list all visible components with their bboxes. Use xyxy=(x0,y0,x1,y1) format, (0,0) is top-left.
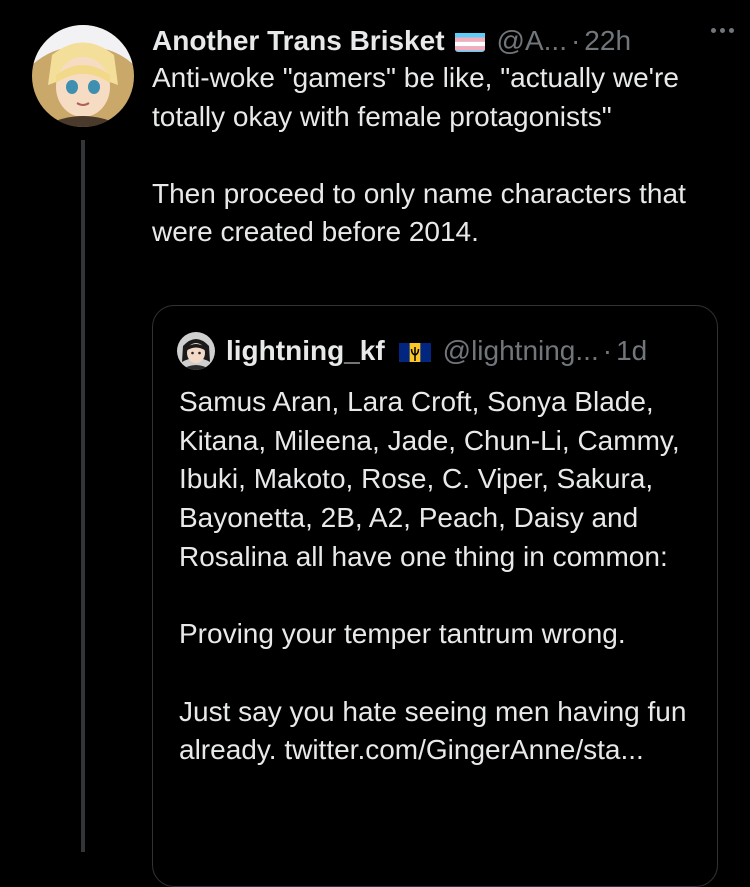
quoted-tweet-header: lightning_kf @lightning... · 1d xyxy=(177,332,647,370)
tweet-timestamp[interactable]: 22h xyxy=(584,25,631,57)
tweet-body-text: Anti-woke "gamers" be like, "actually we… xyxy=(152,62,686,247)
quoted-separator-dot: · xyxy=(602,335,613,366)
separator-dot: · xyxy=(570,25,581,56)
author-display-name[interactable]: Another Trans Brisket xyxy=(152,25,445,57)
quoted-tweet-body-text: Samus Aran, Lara Croft, Sonya Blade, Kit… xyxy=(179,386,687,766)
quoted-tweet-card[interactable]: lightning_kf @lightning... · 1d Samus Ar… xyxy=(152,305,718,887)
quoted-tweet-timestamp[interactable]: 1d xyxy=(616,335,647,367)
transgender-flag-icon xyxy=(454,30,485,52)
more-options-icon[interactable] xyxy=(711,28,734,33)
thread-connector-line xyxy=(81,140,85,852)
quoted-author-avatar[interactable] xyxy=(177,332,215,370)
quoted-author-handle[interactable]: @lightning... xyxy=(443,335,599,367)
barbados-flag-icon xyxy=(398,340,431,362)
quoted-author-display-name[interactable]: lightning_kf xyxy=(226,335,385,367)
author-handle[interactable]: @A... xyxy=(497,25,567,57)
tweet-header: Another Trans Brisket @A... · 22h xyxy=(152,22,730,60)
avatar[interactable] xyxy=(32,25,134,127)
